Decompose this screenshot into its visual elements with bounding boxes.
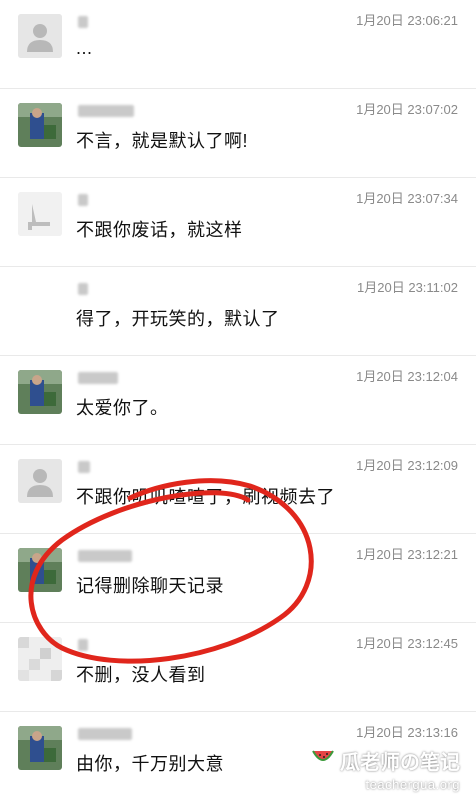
chat-list: 1月20日 23:06:21 ... 1月20日 23:07:02 不言，就是默… (0, 0, 476, 800)
list-item[interactable]: 1月20日 23:07:34 不跟你废话，就这样 (0, 178, 476, 267)
default-person-icon[interactable] (18, 459, 62, 503)
list-item[interactable]: 1月20日 23:11:02 得了，开玩笑的，默认了 (0, 267, 476, 356)
list-item[interactable]: 1月20日 23:07:02 不言，就是默认了啊! (0, 89, 476, 178)
photo-avatar[interactable] (18, 370, 62, 414)
photo-avatar[interactable] (18, 548, 62, 592)
message-timestamp: 1月20日 23:12:09 (356, 458, 458, 473)
blank-avatar[interactable] (18, 281, 62, 325)
message-text: 不跟你叽叽喳喳了，刷视频去了 (76, 487, 335, 507)
sender-name-redacted (78, 194, 88, 206)
message-timestamp: 1月20日 23:06:21 (356, 13, 458, 28)
message-timestamp: 1月20日 23:12:04 (356, 369, 458, 384)
sender-name-redacted (78, 283, 88, 295)
sender-name-redacted (78, 105, 134, 117)
pixelated-avatar[interactable] (18, 637, 62, 681)
list-item[interactable]: 1月20日 23:12:45 不删，没人看到 (0, 623, 476, 712)
list-item[interactable]: 1月20日 23:12:21 记得删除聊天记录 (0, 534, 476, 623)
message-timestamp: 1月20日 23:11:02 (357, 280, 458, 295)
photo-avatar[interactable] (18, 726, 62, 770)
watermark: 瓜老师の笔记 teachergua.org (312, 746, 460, 792)
default-person-icon[interactable] (18, 14, 62, 58)
sender-name-redacted (78, 16, 88, 28)
message-timestamp: 1月20日 23:12:21 (356, 547, 458, 562)
message-timestamp: 1月20日 23:13:16 (356, 725, 458, 740)
message-text: 由你，千万别大意 (76, 754, 224, 774)
sender-name-redacted (78, 728, 132, 740)
message-text: 记得删除聊天记录 (76, 576, 224, 596)
chair-avatar[interactable] (18, 192, 62, 236)
list-item[interactable]: 1月20日 23:06:21 ... (0, 0, 476, 89)
list-item[interactable]: 1月20日 23:12:09 不跟你叽叽喳喳了，刷视频去了 (0, 445, 476, 534)
list-item[interactable]: 1月20日 23:12:04 太爱你了。 (0, 356, 476, 445)
watermelon-icon (312, 749, 334, 773)
sender-name-redacted (78, 550, 132, 562)
message-timestamp: 1月20日 23:07:34 (356, 191, 458, 206)
message-text: 不言，就是默认了啊! (76, 131, 249, 151)
message-text: ... (76, 38, 93, 58)
message-timestamp: 1月20日 23:12:45 (356, 636, 458, 651)
message-text: 太爱你了。 (76, 398, 169, 418)
message-timestamp: 1月20日 23:07:02 (356, 102, 458, 117)
watermark-url: teachergua.org (365, 777, 460, 792)
sender-name-redacted (78, 461, 90, 473)
message-text: 得了，开玩笑的，默认了 (76, 309, 280, 329)
message-text: 不跟你废话，就这样 (76, 220, 243, 240)
photo-avatar[interactable] (18, 103, 62, 147)
watermark-title: 瓜老师の笔记 (340, 752, 460, 774)
sender-name-redacted (78, 639, 88, 651)
sender-name-redacted (78, 372, 118, 384)
message-text: 不删，没人看到 (76, 665, 206, 685)
